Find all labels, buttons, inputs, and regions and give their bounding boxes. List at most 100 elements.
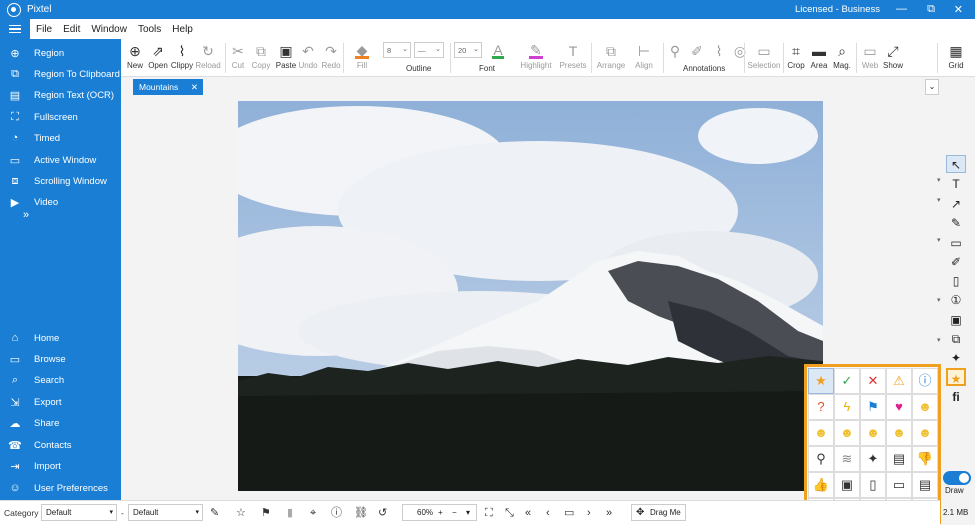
blank-page-icon[interactable]: ▯ [860, 472, 886, 498]
step-number-tool-icon[interactable]: ① [946, 291, 966, 309]
menu-file[interactable]: File [36, 24, 52, 35]
stamp-star-tool-icon[interactable]: ★ [946, 368, 966, 386]
outline-width-select[interactable]: 8 ⌄ [383, 42, 411, 58]
pen-tool-icon[interactable]: ✎ [946, 214, 966, 232]
grin-emoji-icon[interactable]: ☻ [808, 420, 834, 446]
sparkle-icon[interactable]: ✦ [860, 446, 886, 472]
info-icon[interactable]: ⓘ [912, 368, 938, 394]
check-icon[interactable]: ✓ [834, 368, 860, 394]
zoom-in-icon[interactable]: + [438, 505, 443, 520]
page-icon[interactable]: ▤ [886, 446, 912, 472]
smiley-icon[interactable]: ☻ [912, 394, 938, 420]
mountain-photo[interactable] [238, 101, 823, 491]
sidebar-item-search[interactable]: ⌕ Search [0, 371, 121, 389]
copy-button[interactable]: ⧉ Copy [249, 41, 273, 70]
menu-tools[interactable]: Tools [138, 24, 161, 35]
menu-window[interactable]: Window [91, 24, 127, 35]
tab-close-icon[interactable]: ✕ [191, 79, 198, 95]
redo-button[interactable]: ↷ Redo [320, 41, 342, 70]
menu-edit[interactable]: Edit [63, 24, 80, 35]
sidebar-item-import[interactable]: ⇥ Import [0, 457, 121, 475]
font-tool-icon[interactable]: fi [946, 388, 966, 406]
grid-button[interactable]: ▦ Grid [945, 41, 967, 70]
text-tool-icon[interactable]: T [946, 175, 966, 193]
stamp-tool-icon[interactable]: ⧉ [946, 330, 966, 348]
font-color-button[interactable]: A [484, 41, 512, 59]
open-button[interactable]: ⇗ Open [146, 41, 170, 70]
sidebar-item-region-to-clipboard[interactable]: ⧉ Region To Clipboard [0, 65, 121, 83]
drag-me-button[interactable]: ✥ Drag Me [631, 504, 686, 521]
fit-icon[interactable]: ⛶ [485, 506, 493, 520]
paste-button[interactable]: ▣ Paste [274, 41, 298, 70]
thumbs-down-icon[interactable]: 👎 [912, 446, 938, 472]
history-icon[interactable]: ↺ [378, 506, 387, 520]
sidebar-item-region-text-ocr[interactable]: ▤ Region Text (OCR) [0, 86, 121, 104]
arrow-tool-icon[interactable]: ↗ [946, 195, 966, 213]
cut-button[interactable]: ✂ Cut [229, 41, 247, 70]
menu-help[interactable]: Help [172, 24, 193, 35]
monitor-icon[interactable]: ▭ [886, 472, 912, 498]
magnify-button[interactable]: ⌕ Mag. [831, 41, 853, 70]
annotation-brush-button[interactable]: ✐ [687, 41, 707, 61]
star-rating-icon[interactable]: ☆ [236, 506, 246, 520]
show-button[interactable]: ⤢ Show [882, 41, 904, 70]
reload-button[interactable]: ↻ Reload [195, 41, 221, 70]
sidebar-item-share[interactable]: ☁ Share [0, 414, 121, 432]
tab-list-dropdown[interactable]: ⌄ [925, 79, 939, 95]
sidebar-item-fullscreen[interactable]: ⛶ Fullscreen [0, 108, 121, 126]
new-button[interactable]: ⊕ New [124, 41, 146, 70]
sidebar-item-video[interactable]: ▶ Video [0, 193, 121, 211]
web-button[interactable]: ▭ Web [859, 41, 881, 70]
close-window-button[interactable]: ✕ [954, 3, 963, 16]
sidebar-item-export[interactable]: ⇲ Export [0, 393, 121, 411]
outline-style-select[interactable]: ― ⌄ [414, 42, 444, 58]
area-button[interactable]: ▬ Area [808, 41, 830, 70]
link-icon[interactable]: ⛓ [354, 506, 368, 520]
zoom-out-icon[interactable]: − [452, 505, 457, 520]
star-icon[interactable]: ★ [808, 368, 834, 394]
lightning-icon[interactable]: ϟ [834, 394, 860, 420]
undo-button[interactable]: ↶ Undo [297, 41, 319, 70]
thumbs-up-icon[interactable]: 👍 [808, 472, 834, 498]
magic-tool-icon[interactable]: ✦ [946, 349, 966, 367]
more-capture-button[interactable]: » [23, 209, 29, 221]
tab-mountains[interactable]: Mountains ✕ [133, 79, 203, 95]
question-icon[interactable]: ? [808, 394, 834, 420]
sad-emoji-icon[interactable]: ☻ [886, 420, 912, 446]
tag-icon[interactable]: ⌖ [310, 506, 316, 520]
zoom-control[interactable]: 60% + − ▾ [402, 504, 477, 521]
crop-button[interactable]: ⌗ Crop [785, 41, 807, 70]
sidebar-item-browse[interactable]: ▭ Browse [0, 350, 121, 368]
neutral-emoji-icon[interactable]: ☻ [860, 420, 886, 446]
sidebar-item-home[interactable]: ⌂ Home [0, 329, 121, 347]
sidebar-item-region[interactable]: ⊕ Region [0, 44, 121, 62]
arrange-button[interactable]: ⧉ Arrange [595, 41, 627, 70]
double-chevron-right-icon[interactable]: » [606, 506, 612, 520]
person-icon[interactable]: ⚲ [808, 446, 834, 472]
font-size-select[interactable]: 20 ⌄ [454, 42, 482, 58]
draw-toggle[interactable] [943, 471, 971, 485]
category-select[interactable]: Default ▾ [41, 504, 117, 521]
smile-emoji-icon[interactable]: ☻ [834, 420, 860, 446]
double-chevron-left-icon[interactable]: « [525, 506, 531, 520]
sidebar-item-scrolling-window[interactable]: ⧈ Scrolling Window [0, 172, 121, 190]
sidebar-item-timed[interactable]: ◔ Timed [0, 129, 121, 147]
chevron-down-icon[interactable]: ▾ [466, 505, 470, 520]
angry-emoji-icon[interactable]: ☻ [912, 420, 938, 446]
clippy-button[interactable]: ⌇ Clippy [170, 41, 194, 70]
warning-icon[interactable]: ⚠ [886, 368, 912, 394]
selection-button[interactable]: ▭ Selection [747, 41, 781, 70]
chevron-left-icon[interactable]: ‹ [546, 506, 550, 520]
align-button[interactable]: ⊢ Align [629, 41, 659, 70]
id-card-icon[interactable]: ▣ [834, 472, 860, 498]
restore-button[interactable]: ⧉ [927, 3, 935, 16]
highlight-button[interactable]: ✎ Highlight [518, 41, 554, 70]
heart-icon[interactable]: ♥ [886, 394, 912, 420]
rectangle-tool-icon[interactable]: ▭ [946, 234, 966, 252]
subcategory-select[interactable]: Default ▾ [128, 504, 203, 521]
cross-icon[interactable]: ✕ [860, 368, 886, 394]
tag-edit-icon[interactable]: ✎ [210, 506, 219, 520]
image-tool-icon[interactable]: ▣ [946, 311, 966, 329]
note-tool-icon[interactable]: ▯ [946, 272, 966, 290]
sidebar-item-user-preferences[interactable]: ☺ User Preferences [0, 479, 121, 497]
